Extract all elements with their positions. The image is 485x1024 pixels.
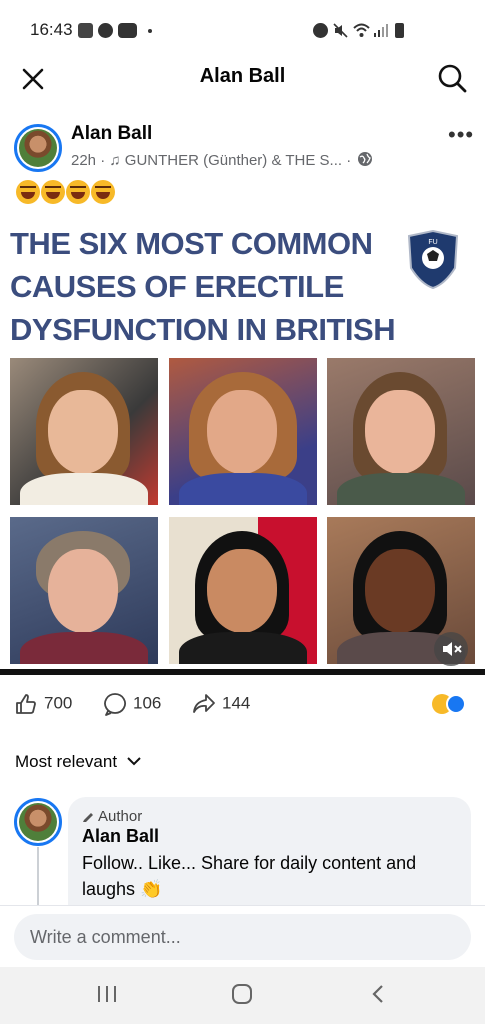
author-avatar[interactable]	[14, 124, 62, 172]
post-video[interactable]: THE SIX MOST COMMON CAUSES OF ERECTILE D…	[0, 214, 485, 675]
battery-icon	[395, 23, 404, 38]
avatar	[19, 129, 57, 167]
back-button[interactable]	[370, 984, 386, 1009]
commenter-avatar[interactable]	[14, 798, 62, 846]
comment-count: 106	[133, 693, 162, 713]
share-icon	[193, 694, 215, 713]
photo-3	[327, 358, 475, 505]
sort-label: Most relevant	[15, 752, 118, 771]
post-meta: 22h · ♫ GUNTHER (Günther) & THE S... ·	[71, 151, 373, 169]
globe-icon	[358, 152, 373, 166]
comment-button[interactable]: 106	[103, 692, 161, 716]
club-badge-text: FU	[428, 239, 437, 246]
speaker-muted-icon	[443, 642, 462, 656]
like-reaction-icon	[446, 694, 466, 714]
comment-text: Follow.. Like... Share for daily content…	[82, 853, 417, 899]
author-badge: Author	[82, 808, 142, 825]
more-options-button[interactable]: •••	[448, 122, 474, 148]
signal-icon	[373, 23, 388, 38]
post-caption	[16, 180, 116, 208]
youtube-icon	[118, 23, 137, 38]
laughing-emoji-icon	[91, 180, 115, 204]
thumbs-up-icon	[16, 694, 36, 714]
post-header: Alan Ball 22h · ♫ GUNTHER (Günther) & TH…	[0, 118, 485, 178]
chevron-down-icon	[127, 757, 141, 766]
reaction-summary[interactable]	[432, 694, 472, 716]
top-bar: Alan Ball	[0, 56, 485, 100]
comment-input[interactable]: Write a comment...	[14, 914, 471, 960]
recent-apps-icon	[98, 986, 116, 1002]
comment-author-name[interactable]: Alan Ball	[82, 826, 159, 847]
search-icon	[438, 64, 467, 93]
video-progress-track	[0, 669, 485, 675]
photo-1	[10, 358, 158, 505]
page-title: Alan Ball	[199, 65, 286, 87]
share-count: 144	[222, 693, 251, 713]
photo-2	[169, 358, 317, 505]
home-icon	[232, 984, 252, 1004]
system-nav-bar	[0, 967, 485, 1024]
photo-4	[10, 517, 158, 664]
laughing-emoji-icon	[16, 180, 40, 204]
alarm-icon	[313, 23, 328, 38]
laughing-emoji-icon	[66, 180, 90, 204]
home-button[interactable]	[231, 983, 253, 1010]
status-bar: 16:43	[0, 0, 485, 56]
laughing-emoji-icon	[41, 180, 65, 204]
avatar	[19, 803, 57, 841]
reactions-bar: 700 106 144	[0, 688, 485, 720]
comment-icon	[104, 693, 126, 716]
like-button[interactable]: 700	[14, 692, 72, 716]
dot-icon	[148, 29, 152, 33]
back-icon	[372, 985, 383, 1003]
post-author-name[interactable]: Alan Ball	[71, 123, 152, 145]
comment-item: Author Alan Ball Follow.. Like... Share …	[0, 795, 485, 905]
mute-icon	[333, 23, 348, 38]
post-meta-text: 22h · ♫ GUNTHER (Günther) & THE S... ·	[71, 152, 352, 169]
comment-composer: Write a comment...	[0, 905, 485, 967]
mute-toggle-button[interactable]	[434, 632, 468, 666]
pencil-icon	[83, 813, 93, 822]
share-button[interactable]: 144	[192, 692, 250, 716]
like-count: 700	[44, 693, 73, 713]
recent-apps-button[interactable]	[96, 984, 118, 1009]
photo-5	[169, 517, 317, 664]
author-badge-label: Author	[98, 808, 143, 825]
search-button[interactable]	[436, 62, 468, 94]
gallery-icon	[78, 23, 93, 38]
comment-sort-dropdown[interactable]: Most relevant	[15, 752, 142, 772]
whatsapp-icon	[98, 23, 113, 38]
status-time: 16:43	[30, 20, 73, 39]
wifi-icon	[353, 23, 370, 38]
club-badge-logo: FU	[405, 229, 461, 290]
thread-line	[37, 847, 39, 905]
comment-bubble[interactable]: Author Alan Ball Follow.. Like... Share …	[68, 797, 471, 905]
